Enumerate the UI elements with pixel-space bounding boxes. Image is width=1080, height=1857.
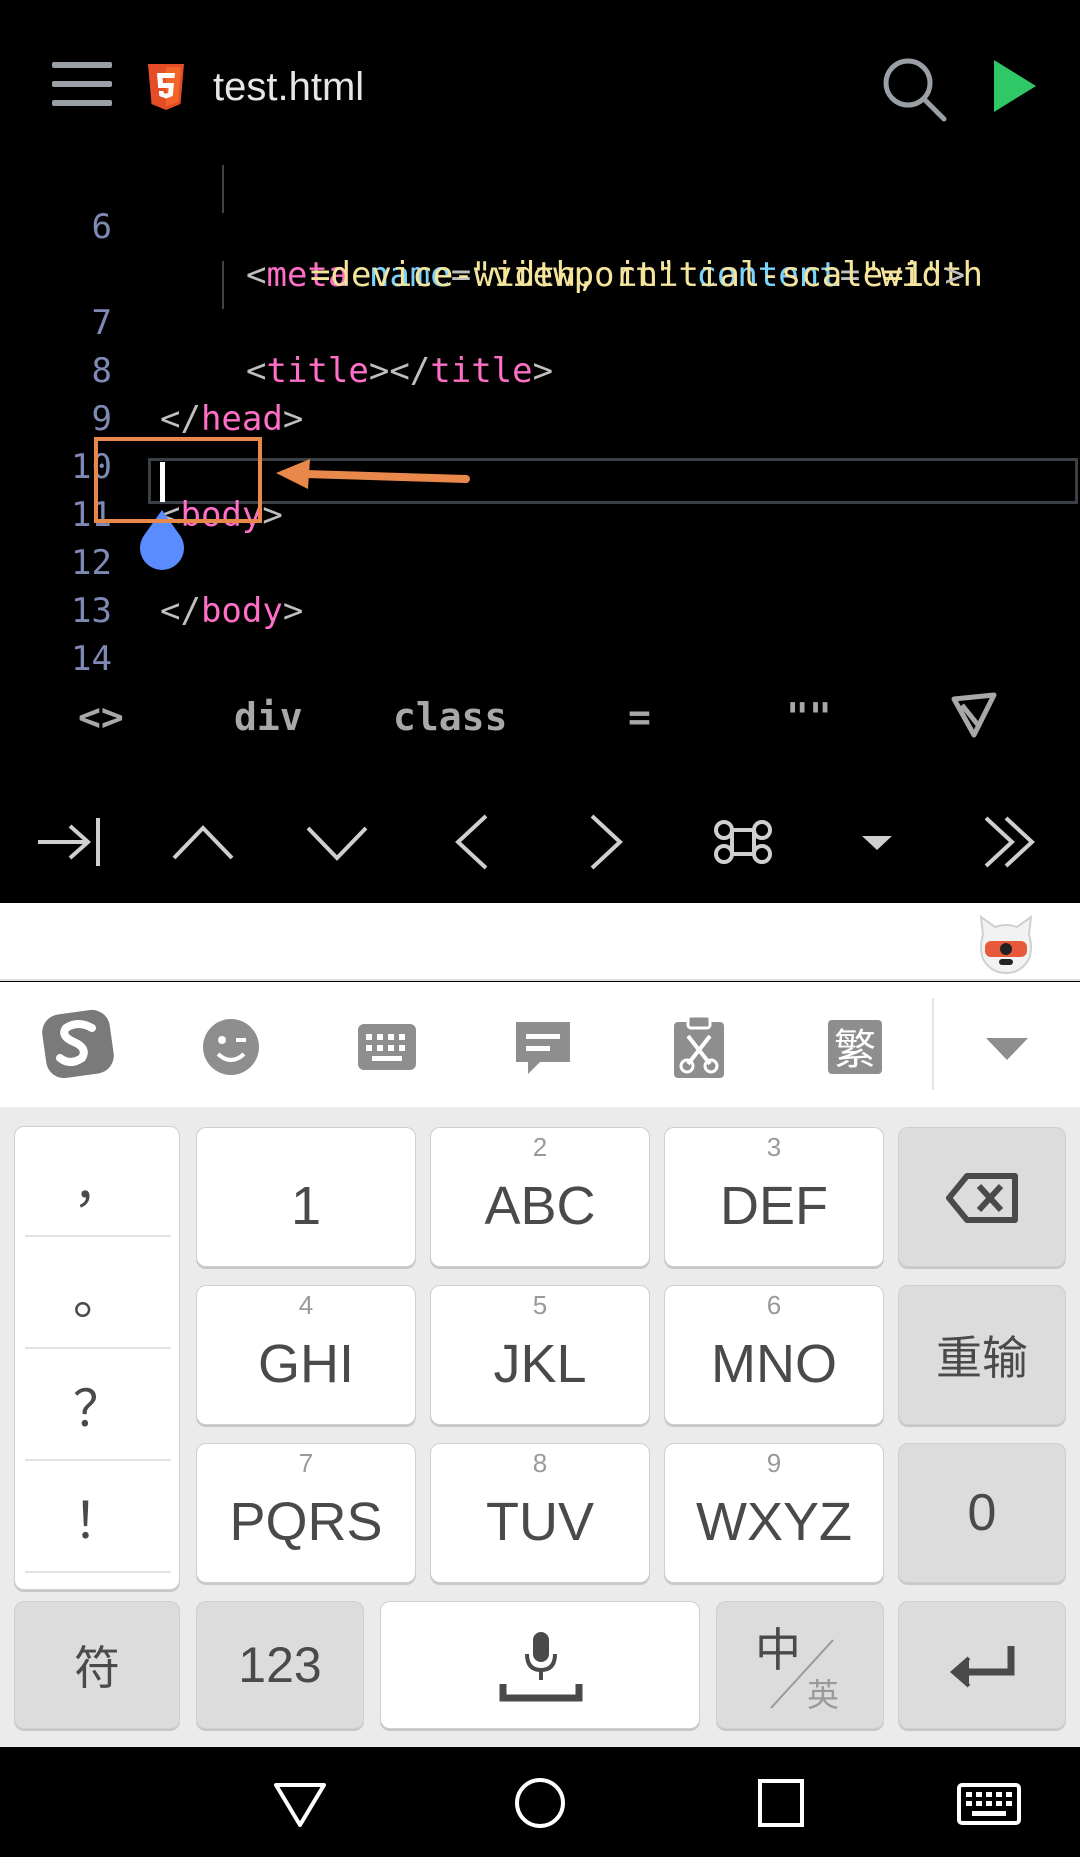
- punct-question[interactable]: ？: [25, 1351, 171, 1461]
- key-6-mno[interactable]: 6 MNO: [664, 1285, 884, 1425]
- snippet-div[interactable]: div: [234, 693, 303, 741]
- search-icon[interactable]: [880, 55, 950, 125]
- keyboard-layout-icon[interactable]: [350, 1010, 424, 1084]
- keyboard-candidate-bar: [0, 903, 1080, 981]
- app-bar: test.html: [0, 0, 1080, 165]
- backspace-key[interactable]: [898, 1127, 1066, 1267]
- snippet-edit-icon[interactable]: [948, 687, 1000, 751]
- toolbar-divider: [932, 998, 934, 1090]
- punct-comma[interactable]: ，: [25, 1127, 171, 1237]
- key-4-ghi[interactable]: 4 GHI: [196, 1285, 416, 1425]
- snippet-bar: <> div class = "": [0, 675, 1080, 759]
- arrow-right-icon[interactable]: [572, 812, 642, 872]
- command-icon[interactable]: [708, 812, 778, 872]
- dropdown-icon[interactable]: [842, 812, 912, 872]
- code-line-6-wrap[interactable]: =device-width, initial-scale=1">: [0, 203, 1080, 295]
- snippet-quotes[interactable]: "": [786, 693, 832, 741]
- annotation-arrow: [276, 459, 470, 489]
- message-icon[interactable]: [506, 1010, 580, 1084]
- arrow-left-icon[interactable]: [436, 812, 506, 872]
- sogou-logo-icon[interactable]: [38, 1004, 118, 1084]
- mascot-icon[interactable]: [977, 913, 1035, 975]
- code-line-7[interactable]: 7 <title></title>: [0, 251, 1080, 391]
- snippet-class[interactable]: class: [393, 693, 507, 741]
- backspace-icon: [946, 1173, 1018, 1223]
- snippet-equals[interactable]: =: [628, 693, 651, 741]
- punct-period[interactable]: 。: [25, 1239, 171, 1349]
- space-key[interactable]: [380, 1601, 700, 1729]
- run-icon[interactable]: [990, 58, 1040, 114]
- punct-exclaim[interactable]: ！: [25, 1463, 171, 1573]
- annotation-highlight-box: [94, 437, 262, 523]
- code-editor[interactable]: 6 <meta name="viewport" content="width =…: [0, 165, 1080, 727]
- key-7-pqrs[interactable]: 7 PQRS: [196, 1443, 416, 1583]
- code-line-6[interactable]: 6 <meta name="viewport" content="width: [0, 155, 1080, 295]
- key-0[interactable]: 0: [898, 1443, 1066, 1583]
- emoji-icon[interactable]: [194, 1010, 268, 1084]
- home-icon[interactable]: [510, 1775, 570, 1831]
- editor-nav-bar: [0, 790, 1080, 890]
- code-line-8[interactable]: 8 </head>: [0, 299, 1080, 439]
- traditional-chinese-icon[interactable]: 繁: [818, 1010, 892, 1084]
- keyboard-switch-icon[interactable]: [956, 1775, 1022, 1831]
- numbers-key[interactable]: 123: [196, 1601, 364, 1729]
- snippet-tag[interactable]: <>: [78, 693, 124, 741]
- menu-icon[interactable]: [52, 62, 112, 106]
- key-8-tuv[interactable]: 8 TUV: [430, 1443, 650, 1583]
- key-3-def[interactable]: 3 DEF: [664, 1127, 884, 1267]
- more-icon[interactable]: [976, 812, 1046, 872]
- tab-key-icon[interactable]: [34, 812, 104, 872]
- code-line-14[interactable]: 14 </html>: [0, 587, 1080, 727]
- clipboard-icon[interactable]: [662, 1010, 736, 1084]
- back-icon[interactable]: [270, 1775, 330, 1831]
- language-divider: [770, 1639, 834, 1709]
- punctuation-column: ， 。 ？ ！: [14, 1126, 180, 1590]
- key-1[interactable]: 1: [196, 1127, 416, 1267]
- microphone-icon: [499, 1632, 583, 1702]
- keyboard-toolbar: 繁: [0, 982, 1080, 1107]
- recents-icon[interactable]: [750, 1775, 810, 1831]
- svg-text:繁: 繁: [834, 1025, 876, 1074]
- collapse-keyboard-icon[interactable]: [970, 1010, 1044, 1084]
- code-line-10[interactable]: 10 <body>: [0, 395, 1080, 535]
- arrow-up-icon[interactable]: [168, 812, 238, 872]
- file-title: test.html: [213, 65, 365, 109]
- enter-key[interactable]: [898, 1601, 1066, 1729]
- symbols-key[interactable]: 符: [14, 1601, 180, 1729]
- html5-file-icon: [148, 64, 184, 110]
- code-line-9[interactable]: 9: [0, 347, 1080, 439]
- key-2-abc[interactable]: 2 ABC: [430, 1127, 650, 1267]
- system-nav-bar: [0, 1747, 1080, 1857]
- reinput-key[interactable]: 重输: [898, 1285, 1066, 1425]
- arrow-down-icon[interactable]: [302, 812, 372, 872]
- key-5-jkl[interactable]: 5 JKL: [430, 1285, 650, 1425]
- keyboard-body: ， 。 ？ ！ 1 2 ABC 3 DEF 4 GHI 5 JKL 6 MNO …: [0, 1107, 1080, 1747]
- language-switch-key[interactable]: 中 英: [716, 1601, 884, 1729]
- enter-icon: [949, 1646, 1015, 1688]
- key-9-wxyz[interactable]: 9 WXYZ: [664, 1443, 884, 1583]
